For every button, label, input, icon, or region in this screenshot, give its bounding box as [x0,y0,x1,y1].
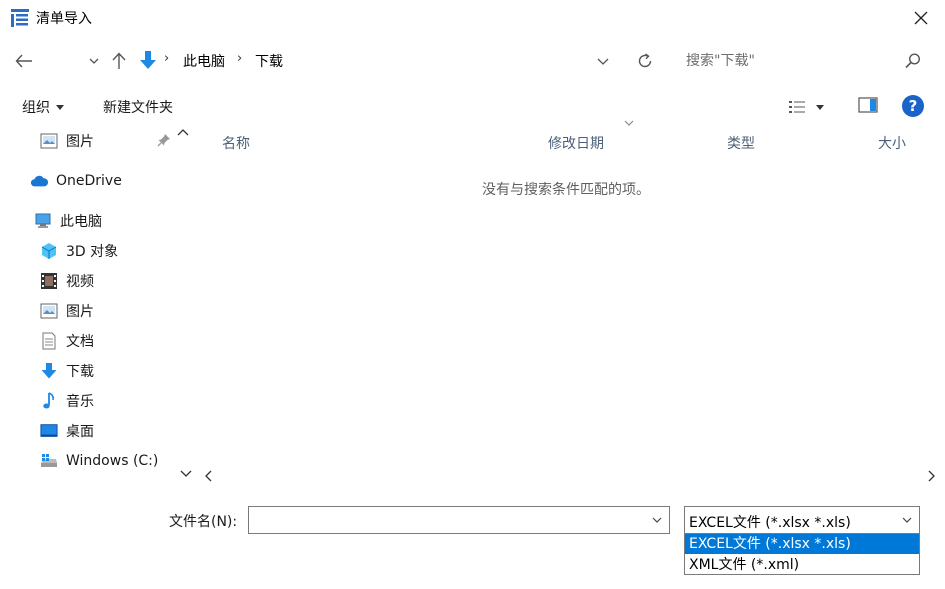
preview-pane-button[interactable] [858,96,878,116]
chevron-down-icon [902,517,912,523]
nav-item-label: 图片 [66,304,94,320]
file-type-option-excel[interactable]: EXCEL文件 (*.xlsx *.xls) [685,534,919,554]
pin-icon [157,133,171,149]
nav-item-music[interactable]: 音乐 [40,390,94,412]
new-folder-button[interactable]: 新建文件夹 [103,97,173,117]
organize-label: 组织 [22,100,50,116]
app-list-icon [10,8,30,28]
file-name-combobox[interactable] [248,506,670,534]
up-button[interactable] [108,48,130,74]
column-header-size[interactable]: 大小 [878,133,906,153]
scroll-down-arrow-icon[interactable] [180,470,192,478]
close-icon [914,11,928,25]
recent-locations-button[interactable] [84,48,104,74]
music-icon [40,392,58,410]
back-button[interactable] [10,48,38,74]
refresh-button[interactable] [632,47,658,75]
column-header-type[interactable]: 类型 [727,133,755,153]
nav-item-downloads[interactable]: 下载 [40,360,94,382]
file-name-input[interactable] [253,510,633,530]
search-input[interactable] [686,51,896,71]
file-type-options-list: EXCEL文件 (*.xlsx *.xls) XML文件 (*.xml) [684,533,920,575]
arrow-up-icon [112,52,126,69]
file-type-option-xml[interactable]: XML文件 (*.xml) [685,555,919,575]
file-type-dropdown-button[interactable] [899,511,915,529]
refresh-icon [638,53,652,68]
close-button[interactable] [906,4,936,32]
nav-item-label: OneDrive [56,173,122,189]
nav-item-label: Windows (C:) [66,453,159,469]
title-bar [0,0,945,36]
nav-item-label: 图片 [66,134,94,150]
drive-icon [40,452,58,470]
nav-item-label: 下载 [66,364,94,380]
nav-item-label: 此电脑 [60,214,102,230]
file-type-select[interactable]: EXCEL文件 (*.xlsx *.xls) [684,506,920,534]
nav-item-quick-pictures[interactable]: 图片 [40,130,94,152]
nav-item-label: 3D 对象 [66,244,119,260]
nav-item-label: 桌面 [66,424,94,440]
nav-item-label: 音乐 [66,394,94,410]
nav-item-label: 文档 [66,334,94,350]
organize-button[interactable]: 组织 [22,96,64,118]
nav-item-documents[interactable]: 文档 [40,330,94,352]
videos-icon [40,272,58,290]
search-box[interactable] [678,44,934,78]
preview-pane-icon [858,97,878,113]
documents-icon [40,332,58,350]
pictures-icon [40,132,58,150]
nav-item-pictures[interactable]: 图片 [40,300,94,322]
empty-results-message: 没有与搜索条件匹配的项。 [482,182,650,198]
caret-down-icon [816,104,824,110]
search-icon[interactable] [904,52,922,70]
scroll-up-arrow-icon[interactable] [177,128,193,144]
nav-item-this-pc[interactable]: 此电脑 [34,210,102,232]
scroll-left-arrow-icon[interactable] [204,470,212,482]
onedrive-cloud-icon [30,172,48,190]
nav-item-desktop[interactable]: 桌面 [40,420,94,442]
downloads-icon [40,362,58,380]
nav-item-videos[interactable]: 视频 [40,270,94,292]
nav-item-3d-objects[interactable]: 3D 对象 [40,240,118,262]
chevron-down-icon [89,58,99,64]
nav-item-label: 视频 [66,274,94,290]
view-options-button[interactable] [788,95,834,119]
nav-item-onedrive[interactable]: OneDrive [30,170,122,192]
help-button[interactable]: ? [902,95,924,117]
breadcrumb-this-pc[interactable]: 此电脑 [183,51,225,71]
scroll-right-arrow-icon[interactable] [928,470,936,482]
address-dropdown-button[interactable] [592,48,614,74]
sort-caret-icon [624,120,634,126]
caret-down-icon [56,104,64,110]
breadcrumb-separator[interactable]: › [164,51,169,66]
chevron-down-icon [652,517,662,523]
file-name-dropdown-button[interactable] [649,511,665,529]
file-type-selected-value: EXCEL文件 (*.xlsx *.xls) [689,515,851,531]
window-title: 清单导入 [36,11,92,27]
3d-objects-icon [40,242,58,260]
details-view-icon [789,101,805,113]
arrow-left-icon [15,54,32,68]
chevron-down-icon [597,58,609,65]
pictures-icon [40,302,58,320]
column-header-name[interactable]: 名称 [222,133,250,153]
this-pc-icon [34,212,52,230]
breadcrumb-downloads[interactable]: 下载 [255,51,283,71]
breadcrumb-separator[interactable]: › [237,51,242,66]
desktop-icon [40,422,58,440]
downloads-folder-icon [138,50,158,72]
nav-item-windows-c[interactable]: Windows (C:) [40,450,158,472]
file-name-label: 文件名(N): [169,514,238,530]
column-header-modified[interactable]: 修改日期 [548,133,604,153]
